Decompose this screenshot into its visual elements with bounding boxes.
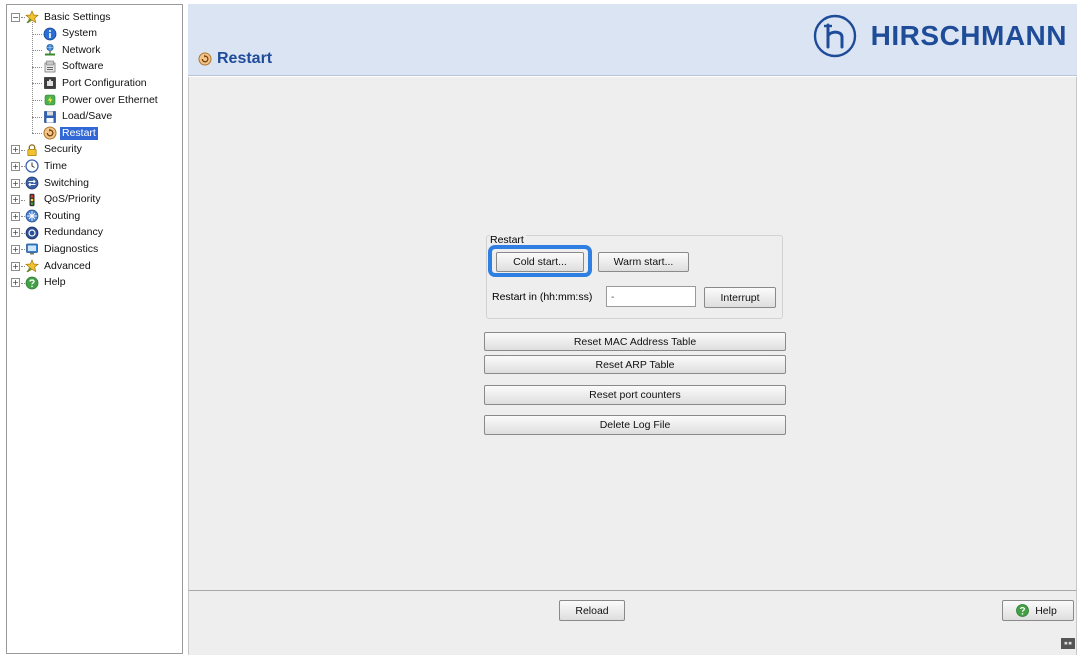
sidebar-item-label: Power over Ethernet [62,93,158,106]
expand-toggle-icon[interactable]: + [11,195,20,205]
sidebar-item-label: System [62,27,98,40]
sidebar-item-redundancy[interactable]: Redundancy [25,225,105,241]
sidebar-item-switching[interactable]: Switching [25,175,91,191]
help-button[interactable]: Help [1002,600,1074,621]
collapse-toggle-icon[interactable]: − [11,12,20,22]
sidebar-item-label: QoS/Priority [44,193,101,206]
sidebar-item-label: Time [44,159,67,172]
sidebar-item-restart[interactable]: Restart [43,125,98,141]
network-icon [43,43,57,57]
expand-toggle-icon[interactable]: + [11,161,20,171]
reset-port-counters-button[interactable]: Reset port counters [484,385,786,405]
sidebar-item-load-save[interactable]: Load/Save [43,109,114,125]
hirschmann-logo-icon [813,14,857,58]
switching-icon [25,176,39,190]
restart-icon [43,126,57,140]
sidebar-item-label: Restart [60,126,98,140]
expand-toggle-icon[interactable]: + [11,145,20,155]
expand-toggle-icon[interactable]: + [11,211,20,221]
footer-bar: Reload Help ▪▪ [188,591,1077,655]
tree-connector [32,116,42,118]
sidebar-item-label: Network [62,43,101,56]
sidebar-item-diagnostics[interactable]: Diagnostics [25,241,100,257]
sidebar-item-system[interactable]: System [43,26,99,42]
reset-arp-table-button[interactable]: Reset ARP Table [484,355,786,374]
info-icon [43,27,57,41]
tree-connector [32,133,42,135]
floppy-icon [43,110,57,124]
expand-toggle-icon[interactable]: + [11,228,20,238]
sidebar-item-label: Software [62,60,104,73]
main-content: Restart Cold start... Warm start... Rest… [188,77,1077,591]
expand-toggle-icon[interactable]: + [11,261,20,271]
warm-start-button[interactable]: Warm start... [598,252,689,272]
star-icon [25,10,39,24]
tree-connector [32,83,42,85]
page-header: Restart HIRSCHMANN [188,4,1077,76]
sidebar-item-label: Routing [44,209,81,222]
lock-icon [25,143,39,157]
restart-group: Restart Cold start... Warm start... Rest… [486,234,783,319]
poe-icon [43,93,57,107]
sidebar-item-label: Advanced [44,259,91,272]
status-indicator-icon: ▪▪ [1061,638,1075,649]
sidebar-item-help[interactable]: Help [25,275,68,291]
delete-log-file-button[interactable]: Delete Log File [484,415,786,435]
clock-icon [25,159,39,174]
sidebar-item-label: Help [44,276,66,289]
restart-icon [198,52,212,66]
help-icon [25,276,39,290]
sidebar-item-network[interactable]: Network [43,42,103,58]
tree-connector [32,100,42,101]
sidebar-item-label: Port Configuration [62,76,147,89]
traffic-light-icon [25,193,39,207]
tree-connector [32,50,42,52]
restart-in-field[interactable] [606,286,696,307]
sidebar-item-label: Security [44,143,82,156]
star-icon [25,259,39,273]
sidebar-item-label: Switching [44,176,89,189]
redundancy-icon [25,226,39,240]
sidebar-item-label: Redundancy [44,226,103,239]
cold-start-button[interactable]: Cold start... [496,252,584,272]
routing-icon [25,209,39,223]
tree-connector [32,66,42,68]
sidebar-item-qos-priority[interactable]: QoS/Priority [25,192,103,208]
sidebar-item-advanced[interactable]: Advanced [25,258,93,274]
sidebar-item-basic-settings[interactable]: Basic Settings [25,9,113,25]
sidebar-item-security[interactable]: Security [25,142,84,158]
diagnostics-icon [25,242,39,256]
sidebar-item-port-configuration[interactable]: Port Configuration [43,75,149,91]
help-button-label: Help [1035,604,1057,617]
expand-toggle-icon[interactable]: + [11,178,20,188]
reload-button[interactable]: Reload [559,600,625,621]
restart-in-label: Restart in (hh:mm:ss) [492,291,593,303]
expand-toggle-icon[interactable]: + [11,278,20,288]
tree-connector [32,21,33,134]
navigation-tree: Basic Settings − System Network Software Port… [6,4,183,654]
sidebar-item-label: Basic Settings [44,10,111,23]
page-title: Restart [217,50,273,67]
software-icon [43,60,57,74]
interrupt-button[interactable]: Interrupt [704,287,776,308]
sidebar-item-time[interactable]: Time [25,158,69,174]
sidebar-item-power-over-ethernet[interactable]: Power over Ethernet [43,92,160,108]
expand-toggle-icon[interactable]: + [11,244,20,254]
sidebar-item-routing[interactable]: Routing [25,208,82,224]
port-icon [43,76,57,90]
sidebar-item-label: Load/Save [62,110,113,123]
brand-logo: HIRSCHMANN [813,14,1067,58]
sidebar-item-label: Diagnostics [44,242,99,255]
reset-mac-address-table-button[interactable]: Reset MAC Address Table [484,332,786,351]
help-icon [1016,604,1029,617]
sidebar-item-software[interactable]: Software [43,59,105,75]
page-title-group: Restart [198,50,272,68]
tree-connector [32,33,42,35]
brand-name: HIRSCHMANN [870,20,1067,51]
